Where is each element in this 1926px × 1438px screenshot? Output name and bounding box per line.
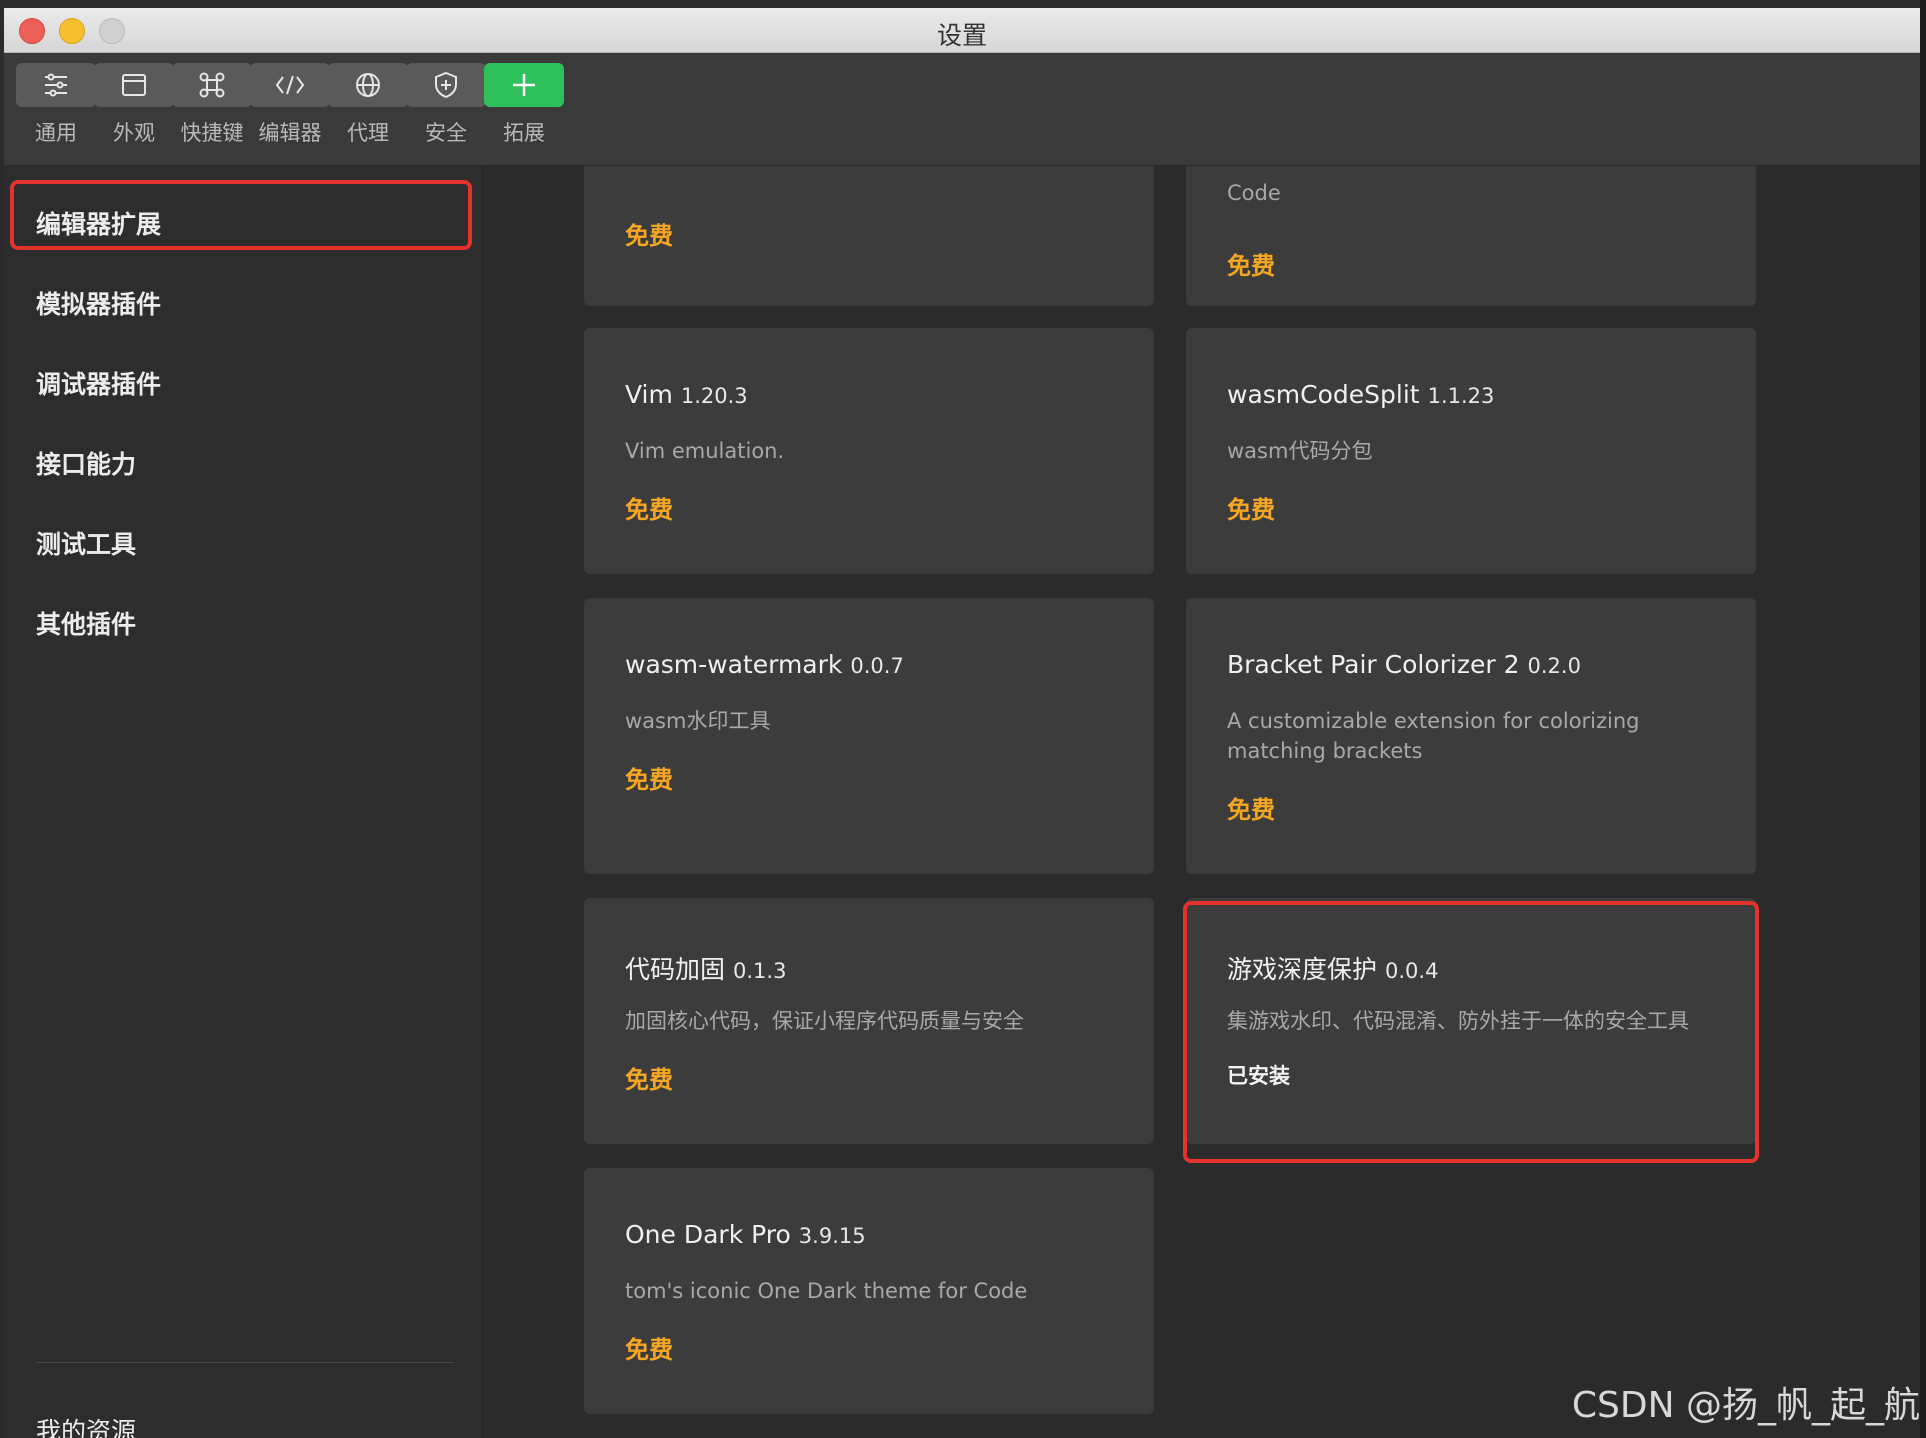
extension-name: Bracket Pair Colorizer 2: [1227, 650, 1520, 679]
sidebar-item-other-plugins[interactable]: 其他插件: [36, 605, 136, 641]
price-label: 免费: [1227, 252, 1275, 280]
sidebar-divider: [36, 1362, 454, 1363]
extension-card[interactable]: Code 免费: [1186, 166, 1756, 306]
price-label: 免费: [625, 496, 673, 524]
extension-card[interactable]: 代码加固 0.1.3 加固核心代码，保证小程序代码质量与安全 免费: [584, 898, 1154, 1144]
toolbar-tab-extensions[interactable]: 拓展: [484, 63, 564, 147]
settings-toolbar: 通用 外观 快捷键 编辑器 代理 安全 拓展: [4, 53, 1920, 166]
code-icon: [250, 63, 330, 107]
extension-card[interactable]: Vim 1.20.3 Vim emulation. 免费: [584, 328, 1154, 574]
toolbar-label: 代理: [347, 121, 389, 145]
extension-version: 1.1.23: [1427, 384, 1495, 408]
toolbar-label: 编辑器: [258, 121, 322, 145]
extension-description: wasm水印工具: [625, 709, 771, 733]
extension-card[interactable]: wasm-watermark 0.0.7 wasm水印工具 免费: [584, 598, 1154, 874]
extension-name: One Dark Pro: [625, 1220, 791, 1249]
extension-version: 1.20.3: [680, 384, 748, 408]
toolbar-tab-proxy[interactable]: 代理: [328, 63, 408, 147]
shield-icon: [406, 63, 486, 107]
extension-title: wasm-watermark 0.0.7: [625, 650, 904, 679]
window-title: 设置: [936, 21, 987, 50]
toolbar-label: 快捷键: [180, 121, 244, 145]
price-label: 免费: [625, 1066, 673, 1094]
sidebar-item-simulator-plugins[interactable]: 模拟器插件: [36, 285, 161, 321]
extension-title: wasmCodeSplit 1.1.23: [1227, 380, 1494, 409]
extension-card[interactable]: wasmCodeSplit 1.1.23 wasm代码分包 免费: [1186, 328, 1756, 574]
toolbar-label: 安全: [425, 121, 467, 145]
extension-name: 代码加固: [625, 955, 726, 984]
sidebar-item-my-resources[interactable]: 我的资源: [36, 1412, 136, 1438]
sidebar-item-debugger-plugins[interactable]: 调试器插件: [36, 365, 161, 401]
extension-description: A customizable extension for colorizing …: [1227, 709, 1640, 763]
extension-version: 3.9.15: [798, 1224, 866, 1248]
settings-window: 设置 通用 外观 快捷键 编辑器 代理 安全 拓展 编辑器扩展 模拟器插件 调试…: [4, 8, 1920, 1438]
extension-description: Code: [1227, 181, 1281, 205]
card-highlight-box: [1183, 901, 1759, 1163]
toolbar-tab-shortcuts[interactable]: 快捷键: [172, 63, 252, 147]
toolbar-tab-security[interactable]: 安全: [406, 63, 486, 147]
price-label: 免费: [625, 766, 673, 794]
sidebar-item-test-tools[interactable]: 测试工具: [36, 525, 136, 561]
extension-card[interactable]: Bracket Pair Colorizer 2 0.2.0 A customiz…: [1186, 598, 1756, 874]
window-edge: [1920, 0, 1926, 1438]
extension-card[interactable]: 免费: [584, 166, 1154, 306]
toolbar-label: 外观: [113, 121, 155, 145]
toolbar-tab-general[interactable]: 通用: [16, 63, 96, 147]
extension-version: 0.1.3: [733, 959, 787, 983]
extension-version: 0.2.0: [1527, 654, 1581, 678]
sidebar: 编辑器扩展 模拟器插件 调试器插件 接口能力 测试工具 其他插件 我的资源: [4, 166, 483, 1438]
extension-title: Bracket Pair Colorizer 2 0.2.0: [1227, 650, 1581, 679]
extension-title: 代码加固 0.1.3: [625, 950, 786, 986]
toolbar-label: 拓展: [503, 121, 545, 145]
sidebar-item-editor-extensions[interactable]: 编辑器扩展: [36, 205, 161, 241]
extension-card[interactable]: One Dark Pro 3.9.15 tom's iconic One Dark…: [584, 1168, 1154, 1414]
price-label: 免费: [1227, 496, 1275, 524]
extension-description: 加固核心代码，保证小程序代码质量与安全: [625, 1009, 1024, 1033]
extension-version: 0.0.7: [850, 654, 904, 678]
toolbar-tab-appearance[interactable]: 外观: [94, 63, 174, 147]
extension-title: One Dark Pro 3.9.15: [625, 1220, 866, 1249]
globe-icon: [328, 63, 408, 107]
extensions-grid: 免费 Code 免费 Vim 1.20.3 Vim emulation. 免费 w…: [483, 166, 1920, 1438]
extension-name: wasm-watermark: [625, 650, 843, 679]
price-label: 免费: [1227, 796, 1275, 824]
watermark-text: CSDN @扬_帆_起_航: [1571, 1385, 1920, 1426]
command-key-icon: [172, 63, 252, 107]
toolbar-label: 通用: [35, 121, 77, 145]
extension-title: Vim 1.20.3: [625, 380, 748, 409]
extension-description: tom's iconic One Dark theme for Code: [625, 1279, 1028, 1303]
extension-name: wasmCodeSplit: [1227, 380, 1420, 409]
plus-icon: [484, 63, 564, 107]
price-label: 免费: [625, 1336, 673, 1364]
extension-name: Vim: [625, 380, 673, 409]
sliders-icon: [16, 63, 96, 107]
window-icon: [94, 63, 174, 107]
toolbar-tab-editor[interactable]: 编辑器: [250, 63, 330, 147]
extension-description: Vim emulation.: [625, 439, 785, 463]
title-bar: 设置: [4, 8, 1920, 53]
extension-description: wasm代码分包: [1227, 439, 1373, 463]
price-label: 免费: [625, 222, 673, 250]
sidebar-item-api-capabilities[interactable]: 接口能力: [36, 445, 136, 481]
